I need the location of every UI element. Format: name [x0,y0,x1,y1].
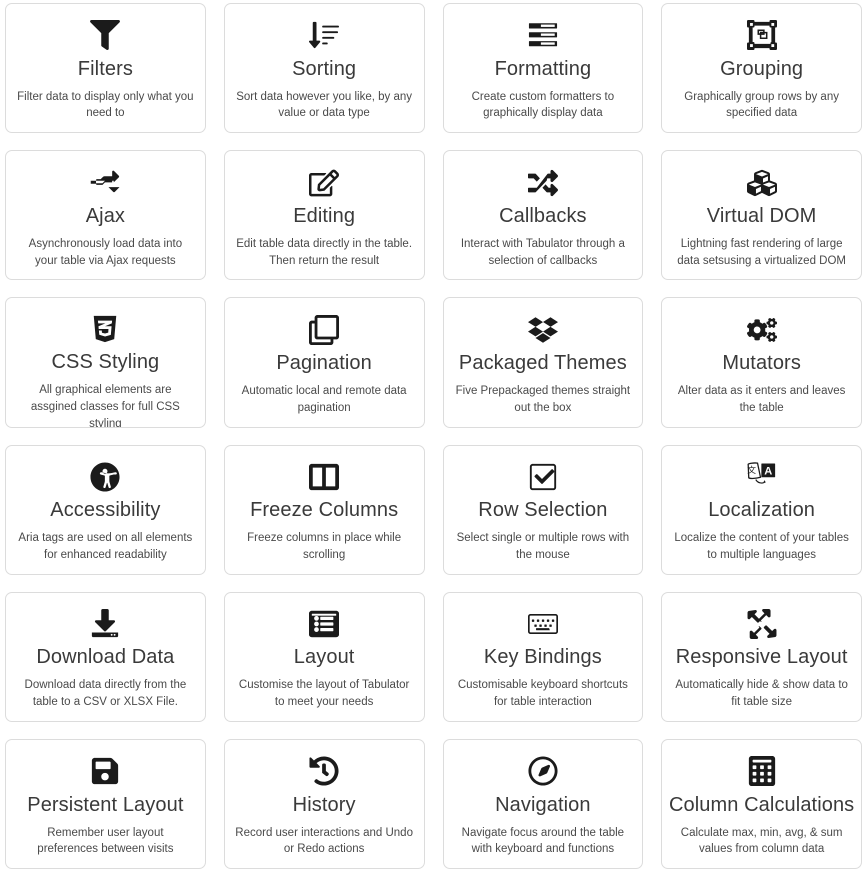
compass-navigation-icon [528,756,558,787]
retweet-icon [90,167,120,198]
feature-card-navigation[interactable]: Navigation Navigate focus around the tabl… [442,738,644,869]
sort-amount-down-icon [309,20,340,51]
dropbox-icon [527,314,558,345]
feature-title: Row Selection [478,499,608,522]
feature-title: Layout [293,646,355,669]
feature-card-persistent-layout[interactable]: Persistent Layout Remember user layout pr… [5,738,206,869]
calculator-icon [747,756,777,787]
feature-title: Pagination [276,352,372,375]
css3-alt-icon [90,314,120,344]
feature-description: Aria tags are used on all elements for e… [18,532,193,561]
feature-description: Graphically group rows by any specified … [684,90,839,120]
feature-card-download-data[interactable]: Download Data Download data directly from… [5,591,206,722]
arrows-expand-icon [747,609,777,640]
feature-title: Ajax [85,204,126,227]
feature-title: Sorting [292,57,357,80]
feature-title: Packaged Themes [458,352,627,375]
random-shuffle-icon [527,167,558,198]
feature-description: Freeze columns in place while scrolling [247,532,402,561]
feature-description: Sort data however you like, by any value… [236,90,413,120]
feature-card-packaged-themes[interactable]: Packaged Themes Five Prepackaged themes s… [442,297,644,428]
download-tray-icon [90,609,120,640]
feature-description: Interact with Tabulator through a select… [460,237,625,267]
feature-card-layout[interactable]: Layout Customise the layout of Tabulator … [223,591,425,722]
feature-title: Localization [708,499,816,522]
feature-card-freeze-columns[interactable]: Freeze Columns Freeze columns in place wh… [223,444,425,575]
feature-card-localization[interactable]: 文 A Localization Localize the content of yo… [661,444,862,575]
feature-title: Grouping [720,57,804,80]
feature-card-sorting[interactable]: Sorting Sort data however you like, by an… [223,3,425,134]
feature-card-pagination[interactable]: Pagination Automatic local and remote dat… [223,297,425,428]
feature-card-css-styling[interactable]: CSS Styling All graphical elements are as… [5,297,206,428]
feature-description: All graphical elements are assgined clas… [30,384,180,428]
feature-description: Automatically hide & show data to fit ta… [675,679,848,709]
feature-card-key-bindings[interactable]: Key Bindings Customisable keyboard shortc… [442,591,644,722]
feature-title: Callbacks [499,204,587,227]
feature-description: Download data directly from the table to… [24,679,187,709]
feature-card-mutators[interactable]: Mutators Alter data as it enters and leav… [661,297,862,428]
universal-access-icon [90,462,120,493]
feature-card-row-selection[interactable]: Row Selection Select single or multiple r… [442,444,644,575]
cubes-icon [746,167,777,198]
feature-title: Freeze Columns [250,499,399,522]
feature-description: Remember user layout preferences between… [37,826,174,856]
feature-title: Mutators [722,352,801,375]
svg-text:文: 文 [747,464,756,475]
feature-description: Lightning fast rendering of large data s… [677,237,846,267]
feature-description: Alter data as it enters and leaves the t… [677,385,846,414]
edit-pencil-square-icon [309,167,340,198]
feature-title: Persistent Layout [27,793,184,816]
columns-icon [309,462,340,493]
clone-pages-icon [309,314,340,345]
feature-title: Filters [77,57,133,80]
feature-card-formatting[interactable]: Formatting Create custom formatters to gr… [442,3,644,134]
history-undo-icon [309,756,339,787]
feature-title: Key Bindings [483,646,602,669]
feature-description: Filter data to display only what you nee… [17,90,194,120]
feature-title: Download Data [36,646,175,669]
floppy-save-icon [90,756,120,787]
feature-title: Column Calculations [668,793,855,816]
cogs-icon [746,314,777,345]
feature-card-filters[interactable]: Filters Filter data to display only what … [5,3,206,134]
feature-title: Navigation [495,793,591,816]
feature-title: CSS Styling [51,351,160,374]
feature-card-responsive-layout[interactable]: Responsive Layout Automatically hide & sh… [661,591,862,722]
feature-description: Select single or multiple rows with the … [456,532,630,561]
feature-description: Navigate focus around the table with key… [461,826,625,856]
feature-card-grouping[interactable]: Grouping Graphically group rows by any sp… [661,3,862,134]
feature-title: Accessibility [50,499,161,522]
formatting-bars-icon [528,20,558,51]
feature-card-virtual-dom[interactable]: Virtual DOM Lightning fast rendering of l… [661,150,862,281]
feature-description: Record user interactions and Undo or Red… [235,826,413,856]
feature-card-accessibility[interactable]: Accessibility Aria tags are used on all e… [5,444,206,575]
feature-card-column-calculations[interactable]: Column Calculations Calculate max, min, a… [661,738,862,869]
feature-grid: Filters Filter data to display only what … [0,0,867,873]
feature-title: Responsive Layout [675,646,848,669]
feature-card-callbacks[interactable]: Callbacks Interact with Tabulator through… [442,150,644,281]
feature-description: Edit table data directly in the table. T… [236,237,413,267]
list-alt-icon [309,609,340,640]
feature-description: Five Prepackaged themes straight out the… [455,385,631,414]
feature-description: Asynchronously load data into your table… [28,237,183,267]
feature-description: Customisable keyboard shortcuts for tabl… [457,679,628,709]
feature-title: Virtual DOM [706,204,817,227]
svg-text:A: A [764,466,772,478]
feature-card-editing[interactable]: Editing Edit table data directly in the t… [223,150,425,281]
filter-icon [90,20,121,51]
feature-card-history[interactable]: History Record user interactions and Undo… [223,738,425,869]
keyboard-icon [527,609,558,640]
feature-title: History [292,793,356,816]
object-group-icon [746,20,777,51]
feature-description: Localize the content of your tables to m… [674,532,849,561]
feature-card-ajax[interactable]: Ajax Asynchronously load data into your t… [5,150,206,281]
feature-description: Customise the layout of Tabulator to mee… [238,679,410,709]
feature-description: Calculate max, min, avg, & sum values fr… [680,826,843,856]
feature-description: Automatic local and remote data paginati… [241,385,407,414]
feature-description: Create custom formatters to graphically … [471,90,615,120]
feature-title: Formatting [494,57,592,80]
feature-title: Editing [293,204,356,227]
check-square-icon [528,462,558,493]
language-translate-icon: 文A [747,462,777,493]
